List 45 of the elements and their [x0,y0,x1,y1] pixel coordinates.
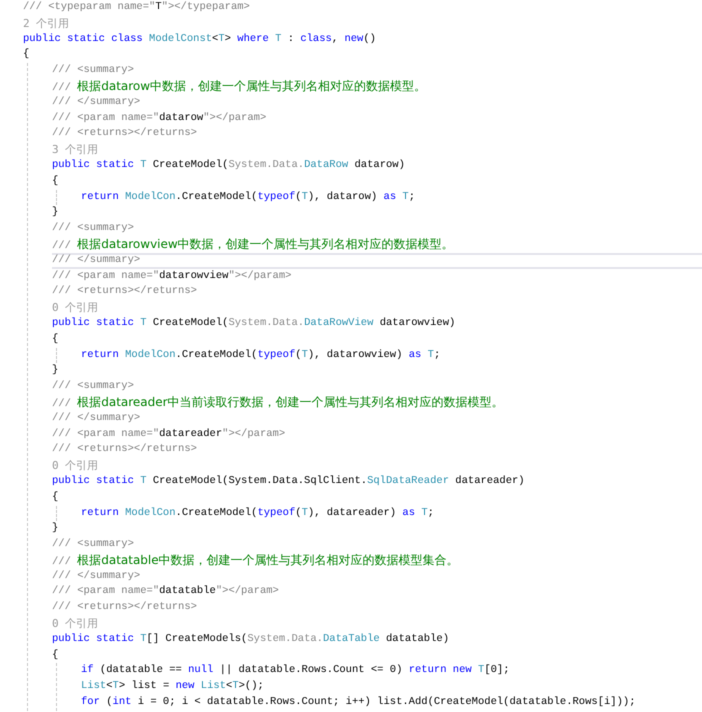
code-line: /// <param name="datatable"></param> [52,584,280,600]
code-line: { [52,648,60,663]
code-line: /// </summary> [52,252,702,269]
code-line: /// </summary> [52,94,142,110]
code-line: /// <param name="datareader"></param> [52,426,286,442]
code-line: } [52,205,60,220]
code-line: } [52,521,60,536]
code-line: /// </summary> [52,568,142,584]
code-line: /// 根据datareader中当前读取行数据，创建一个属性与其列名相对应的数据模型。 [52,394,505,411]
reference-count-link[interactable]: 3 个引用 [52,142,98,158]
code-line: public static T CreateModel(System.Data.DataRow datarow) [52,158,406,173]
code-line: List<T> list = new List<T>(); [81,679,265,694]
reference-count-link[interactable]: 0 个引用 [52,458,98,474]
reference-count-link[interactable]: 2 个引用 [23,16,70,32]
code-line: for (int i = 0; i < datatable.Rows.Count; i++) list.Add(CreateModel(datatable.Rows[i])); [81,695,637,710]
code-line: { [23,47,30,62]
code-line: public static class ModelConst<T> where T : class, new() [23,32,377,47]
reference-count-link[interactable]: 0 个引用 [52,300,98,316]
code-line: /// <returns></returns> [52,284,198,300]
code-line: return ModelCon.CreateModel(typeof(T), datarow) as T; [81,190,416,205]
code-line: /// </summary> [52,410,142,426]
code-line: /// <returns></returns> [52,600,198,616]
code-line: /// <param name="datarowview"></param> [52,268,292,284]
code-line: public static T[] CreateModels(System.Data.DataTable datatable) [52,632,450,647]
code-line: /// <typeparam name="T"></typeparam> [23,0,251,15]
code-line: return ModelCon.CreateModel(typeof(T), datareader) as T; [81,506,435,520]
code-line: /// <returns></returns> [52,126,198,142]
reference-count-link[interactable]: 0 个引用 [52,616,98,632]
code-line: /// 根据datarow中数据，创建一个属性与其列名相对应的数据模型。 [52,78,428,95]
code-line: /// 根据datarowview中数据，创建一个属性与其列名相对应的数据模型。 [52,236,455,253]
code-line: return ModelCon.CreateModel(typeof(T), datarowview) as T; [81,348,442,363]
code-line: /// <summary> [52,379,135,394]
code-line: { [52,174,60,189]
code-line: public static T CreateModel(System.Data.SqlClient.SqlDataReader datareader) [52,474,526,489]
code-line: } [52,363,60,378]
code-line: /// <summary> [52,63,135,78]
code-line: /// <summary> [52,221,135,236]
code-line: { [52,332,60,347]
code-line: /// <summary> [52,537,135,552]
code-line: { [52,490,60,505]
code-line: /// <param name="datarow"></param> [52,110,268,126]
code-line: /// <returns></returns> [52,442,198,458]
code-line: if (datatable == null || datatable.Rows.Count <= 0) return new T[0]; [81,663,511,678]
code-line: /// 根据datatable中数据，创建一个属性与其列名相对应的数据模型集合。 [52,552,460,569]
code-line: public static T CreateModel(System.Data.DataRowView datarowview) [52,316,456,331]
